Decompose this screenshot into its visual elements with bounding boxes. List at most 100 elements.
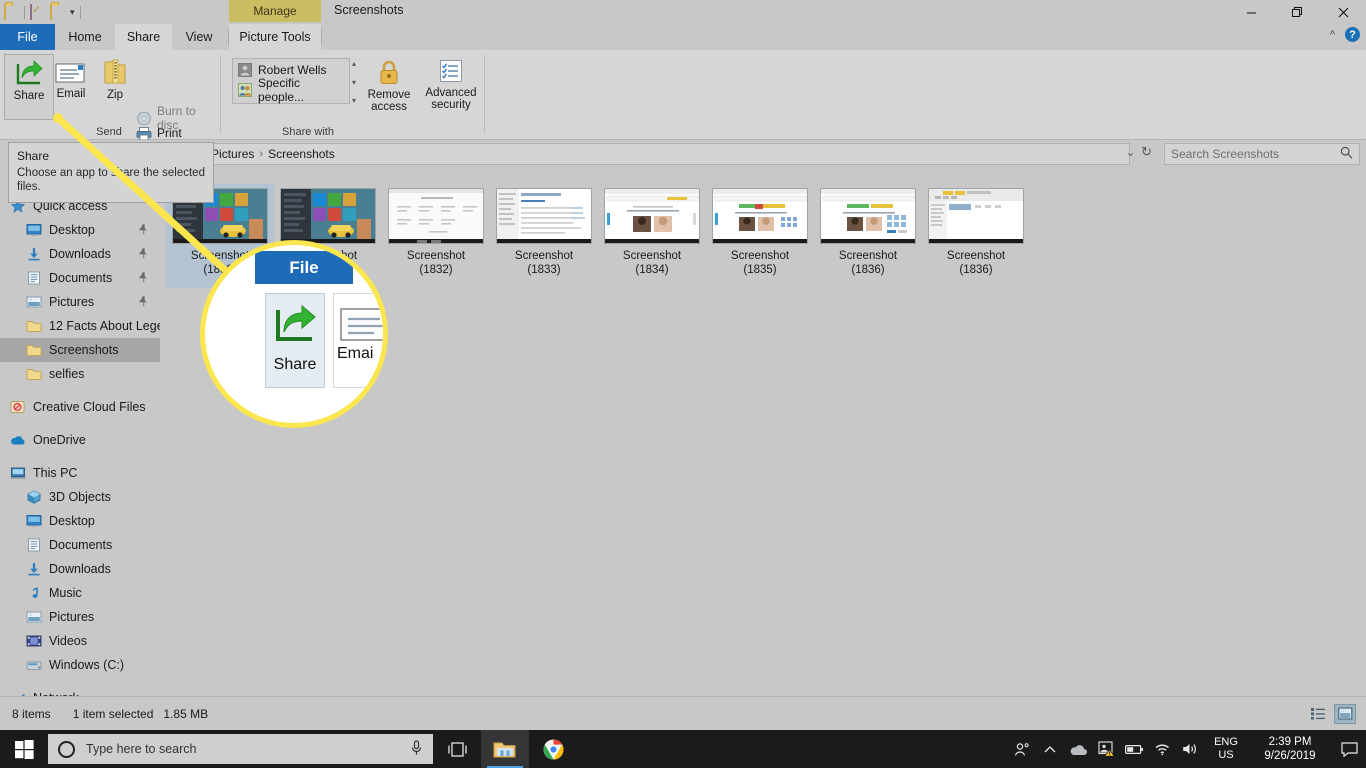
google-chrome-taskbar-button[interactable] [529, 730, 577, 768]
navigation-pane[interactable]: Quick access Desktop Downloads Documents Pic… [0, 170, 160, 696]
gallery-scroll-up-icon[interactable]: ▴ [352, 59, 356, 68]
pin-icon[interactable] [135, 222, 151, 238]
sidebar-item-creative-cloud-files[interactable]: Creative Cloud Files [0, 395, 160, 419]
sidebar-item-pictures[interactable]: Pictures [0, 290, 160, 314]
folder-icon [26, 367, 42, 381]
sidebar-item-pictures[interactable]: Pictures [0, 605, 160, 629]
minimize-button[interactable] [1228, 0, 1274, 24]
start-button[interactable] [0, 730, 48, 768]
language-indicator[interactable]: ENG US [1204, 730, 1248, 768]
share-arrow-icon [14, 59, 44, 87]
refresh-icon[interactable]: ↻ [1141, 144, 1152, 160]
cortana-icon [58, 740, 75, 758]
sidebar-item-this-pc[interactable]: This PC [0, 461, 160, 485]
remove-access-button[interactable]: Remove access [364, 54, 414, 120]
sidebar-item-downloads[interactable]: Downloads [0, 557, 160, 581]
address-field[interactable]: › This PC › Pictures › Screenshots [118, 143, 1130, 165]
taskbar-search-input[interactable]: Type here to search [48, 734, 433, 764]
sidebar-item-label: Desktop [49, 514, 95, 528]
sidebar-item-desktop[interactable]: Desktop [0, 509, 160, 533]
divider [24, 5, 25, 19]
tab-file[interactable]: File [0, 24, 55, 50]
file-name-line2: (1836) [851, 264, 885, 276]
breadcrumb-pictures[interactable]: Pictures [211, 147, 254, 161]
zip-button[interactable]: Zip [90, 54, 140, 120]
battery-icon[interactable] [1120, 730, 1148, 768]
sidebar-item-videos[interactable]: Videos [0, 629, 160, 653]
videos-icon [26, 634, 42, 648]
item-count: 8 items [12, 706, 51, 721]
breadcrumb-screenshots[interactable]: Screenshots [268, 147, 335, 161]
desktop-icon [26, 223, 42, 237]
file-name: Screenshot (1836) [839, 249, 897, 277]
file-item[interactable]: Screenshot (1833) [490, 184, 598, 288]
details-view-button[interactable] [1307, 704, 1329, 724]
email-button[interactable]: Email [46, 54, 96, 120]
meet-now-icon[interactable] [1008, 730, 1036, 768]
microphone-icon[interactable] [410, 739, 423, 759]
file-item[interactable]: Screenshot (1836) [922, 184, 1030, 288]
nav-group-spacer [0, 419, 160, 428]
gallery-more-icon[interactable]: ▾ [352, 96, 356, 105]
share-arrow-icon [272, 303, 318, 348]
email-icon [55, 61, 87, 85]
tab-share[interactable]: Share [115, 24, 172, 50]
advanced-security-button[interactable]: Advanced security [420, 54, 482, 120]
sidebar-item-label: OneDrive [33, 433, 86, 447]
divider [79, 5, 81, 19]
collapse-ribbon-icon[interactable]: ^ [1330, 29, 1335, 41]
security-warning-icon[interactable] [1092, 730, 1120, 768]
large-icons-view-button[interactable] [1334, 703, 1356, 724]
properties-checkbox-icon[interactable] [30, 4, 45, 20]
volume-icon[interactable] [1176, 730, 1204, 768]
file-item[interactable]: Screenshot (1832) [382, 184, 490, 288]
sidebar-item-documents[interactable]: Documents [0, 533, 160, 557]
file-item[interactable]: Screenshot (1834) [598, 184, 706, 288]
gallery-scroll-down-icon[interactable]: ▾ [352, 78, 356, 87]
pin-icon[interactable] [135, 270, 151, 286]
task-view-button[interactable] [433, 730, 481, 768]
show-hidden-icons-chevron[interactable] [1036, 730, 1064, 768]
help-icon[interactable]: ? [1345, 27, 1360, 42]
gallery-scroll-controls[interactable]: ▴ ▾ ▾ [348, 59, 360, 105]
sidebar-item-3d-objects[interactable]: 3D Objects [0, 485, 160, 509]
wifi-icon[interactable] [1148, 730, 1176, 768]
folder-icon [26, 343, 42, 357]
quick-access-toolbar[interactable]: ▾ [4, 2, 81, 22]
file-explorer-taskbar-button[interactable] [481, 730, 529, 768]
sidebar-item-label: This PC [33, 466, 78, 480]
sidebar-item-documents[interactable]: Documents [0, 266, 160, 290]
folder-icon[interactable] [4, 4, 19, 20]
pin-icon[interactable] [135, 246, 151, 262]
file-item[interactable]: Screenshot (1835) [706, 184, 814, 288]
close-button[interactable] [1320, 0, 1366, 24]
onedrive-tray-icon[interactable] [1064, 730, 1092, 768]
sidebar-item-network[interactable]: Network [0, 686, 160, 696]
clock[interactable]: 2:39 PM 9/26/2019 [1248, 730, 1332, 768]
sidebar-item-selfies[interactable]: selfies [0, 362, 160, 386]
tab-view[interactable]: View [172, 24, 226, 50]
sidebar-item-windows-c[interactable]: Windows (C:) [0, 653, 160, 677]
customize-caret-icon[interactable]: ▾ [70, 7, 75, 17]
sidebar-item-music[interactable]: Music [0, 581, 160, 605]
action-center-button[interactable] [1332, 730, 1366, 768]
pin-icon[interactable] [135, 294, 151, 310]
new-folder-icon[interactable] [50, 4, 65, 20]
share-with-specific-people[interactable]: Specific people... [235, 76, 347, 104]
sidebar-item-onedrive[interactable]: OneDrive [0, 428, 160, 452]
sidebar-item-desktop[interactable]: Desktop [0, 218, 160, 242]
address-dropdown-icon[interactable]: ⌄ [1126, 146, 1135, 159]
tab-picture-tools[interactable]: Picture Tools [229, 24, 321, 50]
tab-home[interactable]: Home [55, 24, 115, 50]
sidebar-item-12-facts-about-lege[interactable]: 12 Facts About Lege [0, 314, 160, 338]
sidebar-item-screenshots[interactable]: Screenshots [0, 338, 160, 362]
advanced-security-label: Advanced security [425, 87, 477, 111]
file-name: Screenshot (1836) [947, 249, 1005, 277]
window-controls [1228, 0, 1366, 24]
file-name-line2: (1835) [743, 264, 777, 276]
maximize-button[interactable] [1274, 0, 1320, 24]
documents-icon [26, 538, 42, 552]
search-input[interactable]: Search Screenshots [1164, 143, 1360, 165]
sidebar-item-downloads[interactable]: Downloads [0, 242, 160, 266]
file-item[interactable]: Screenshot (1836) [814, 184, 922, 288]
